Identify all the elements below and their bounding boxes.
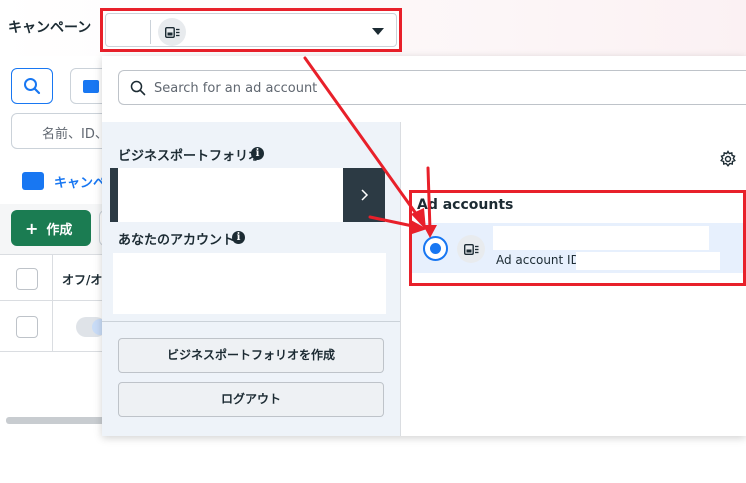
- account-switcher[interactable]: [105, 13, 397, 47]
- row-checkbox[interactable]: [16, 316, 38, 338]
- search-icon: [130, 80, 146, 96]
- create-business-portfolio-button[interactable]: ビジネスポートフォリオを作成: [118, 338, 384, 373]
- business-portfolio-title: ビジネスポートフォリオ: [118, 149, 262, 164]
- search-button[interactable]: [11, 68, 53, 104]
- ad-account-icon: [158, 18, 186, 46]
- folder-icon: [22, 172, 44, 190]
- page-title: キャンペーン: [8, 20, 92, 36]
- chevron-down-icon[interactable]: [372, 28, 384, 35]
- table-header-on-off: オフ/オ: [62, 273, 103, 287]
- chevron-right-icon: [361, 189, 369, 201]
- select-all-checkbox[interactable]: [16, 268, 38, 290]
- info-icon[interactable]: i: [232, 231, 245, 244]
- search-icon: [24, 78, 41, 95]
- switcher-divider: [150, 20, 151, 44]
- info-icon[interactable]: i: [251, 147, 264, 160]
- your-account-item[interactable]: [113, 253, 386, 314]
- folder-icon: [83, 80, 99, 93]
- ad-account-name-redacted: [493, 226, 709, 250]
- your-accounts-title: あなたのアカウント: [118, 233, 236, 248]
- plus-icon: +: [25, 219, 39, 238]
- horizontal-scrollbar[interactable]: [6, 417, 106, 424]
- ad-account-icon: [457, 235, 485, 263]
- ad-account-search-input[interactable]: Search for an ad account: [118, 70, 746, 105]
- portfolio-open-button[interactable]: [343, 168, 385, 222]
- panel-divider: [102, 321, 400, 322]
- ad-accounts-title: Ad accounts: [417, 197, 514, 213]
- search-placeholder: Search for an ad account: [154, 81, 318, 96]
- table-column-divider: [52, 254, 53, 352]
- ad-account-id-label: Ad account ID:: [496, 253, 584, 267]
- account-switcher-highlight[interactable]: [100, 8, 402, 52]
- ad-account-radio[interactable]: [423, 236, 448, 261]
- create-button[interactable]: + 作成: [11, 210, 91, 246]
- logout-button[interactable]: ログアウト: [118, 382, 384, 417]
- create-button-label: 作成: [46, 223, 73, 238]
- ad-account-id-redacted: [576, 252, 720, 270]
- gear-icon[interactable]: [719, 150, 737, 168]
